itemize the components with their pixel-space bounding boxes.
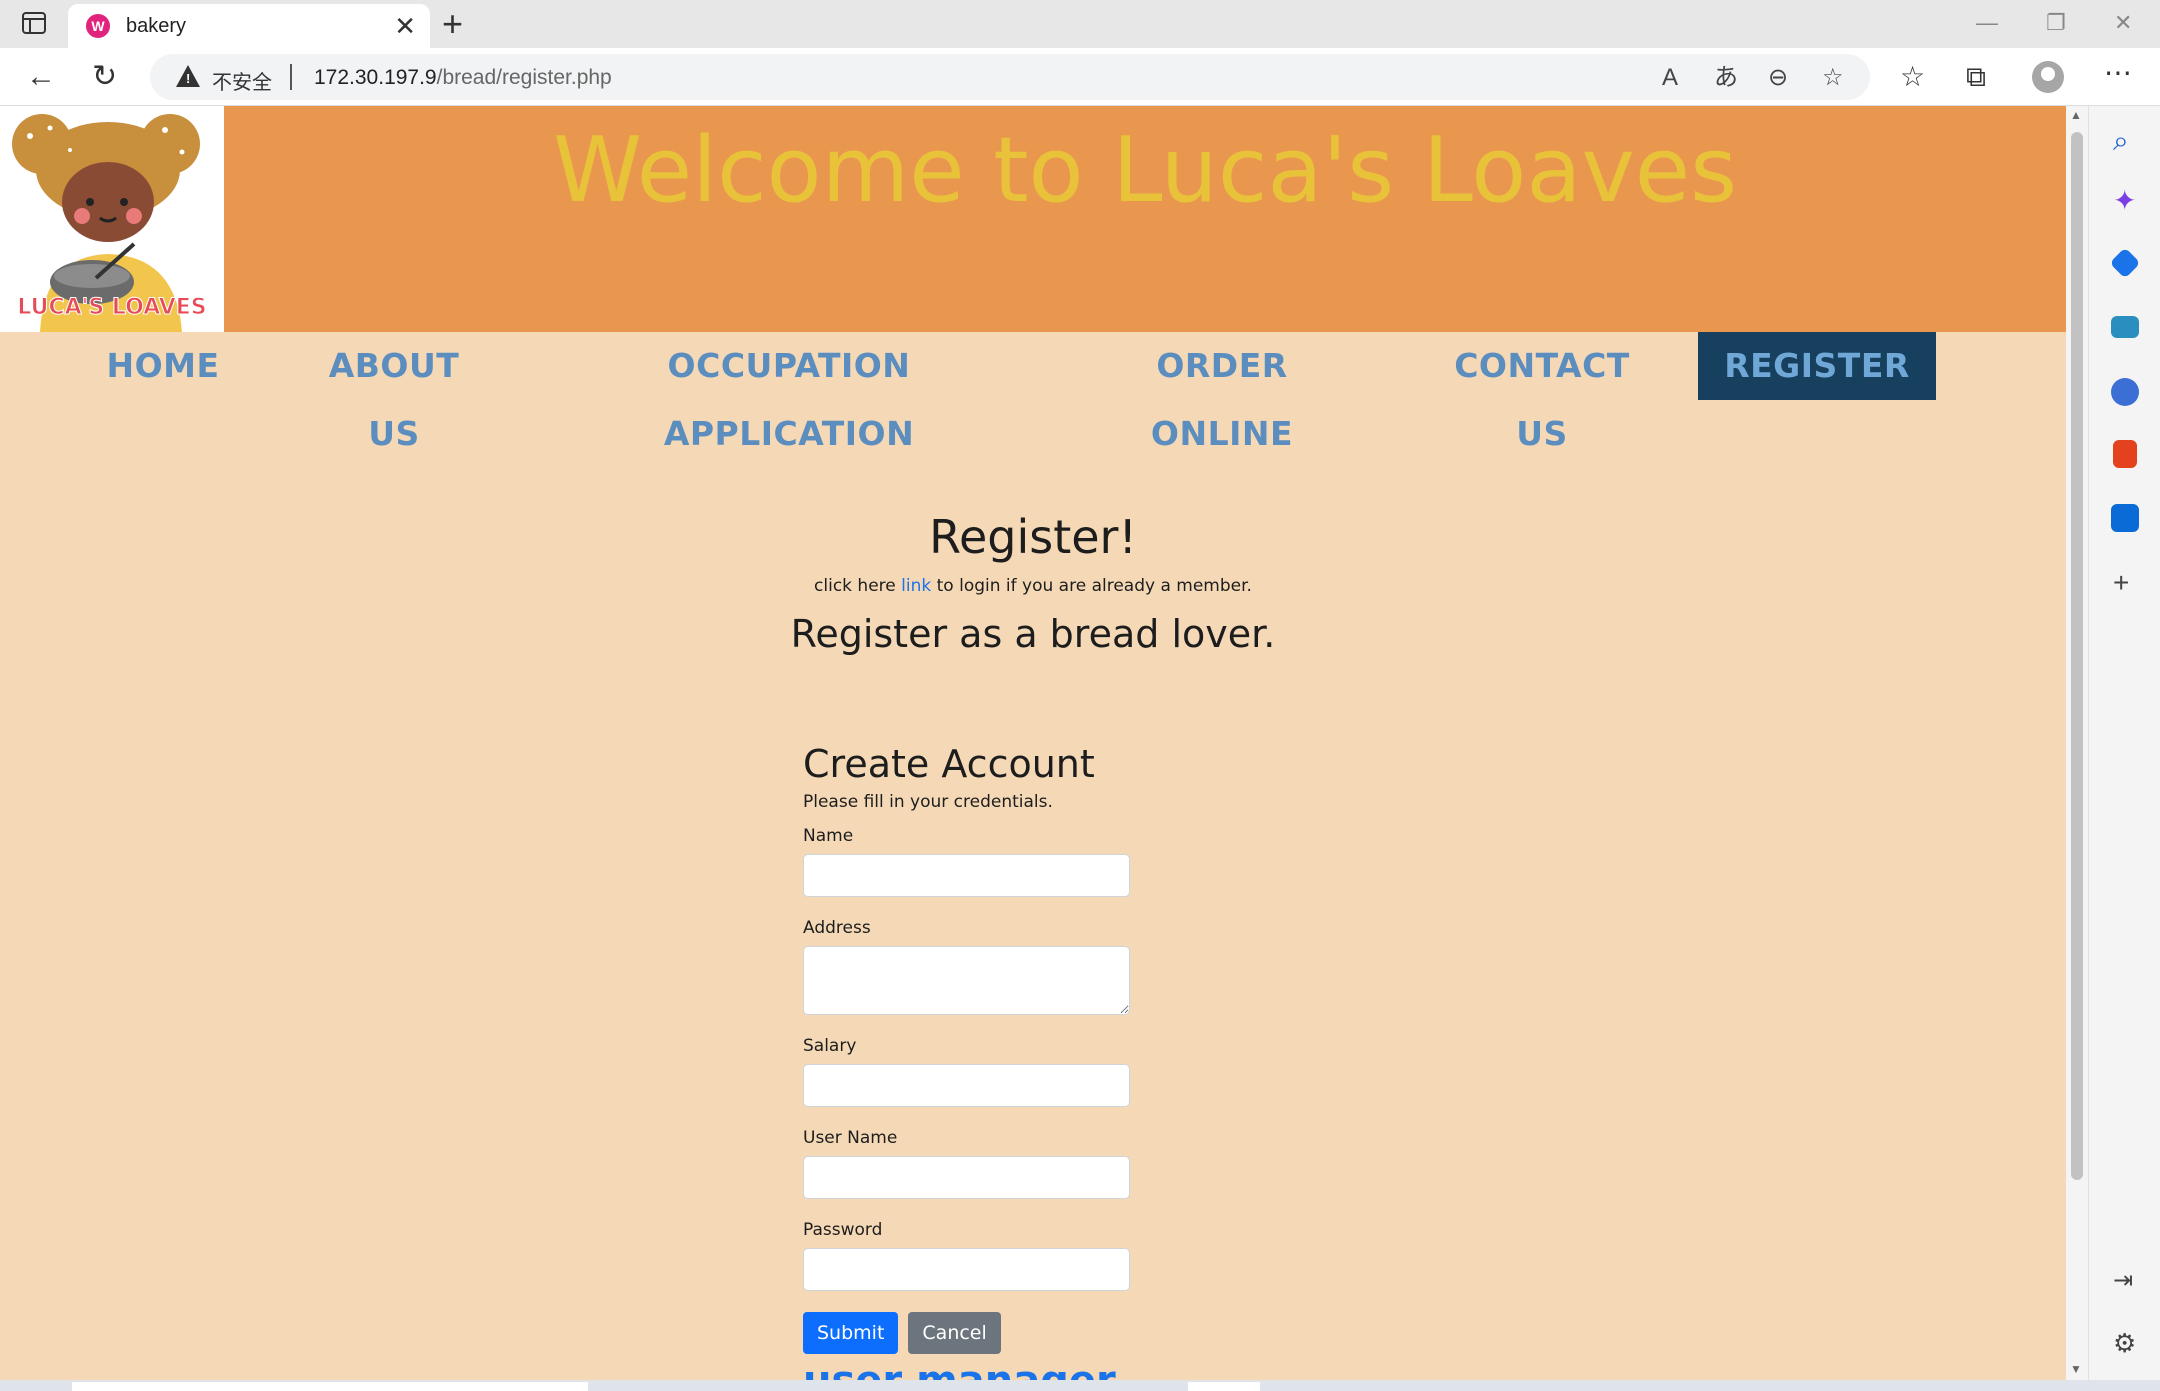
- taskbar-item: [72, 1382, 588, 1391]
- salary-label: Salary: [803, 1036, 857, 1056]
- office-icon[interactable]: [2113, 440, 2137, 468]
- hide-sidebar-icon[interactable]: ⇥: [2113, 1266, 2133, 1296]
- form-help-text: Please fill in your credentials.: [803, 792, 1053, 812]
- scroll-thumb[interactable]: [2071, 132, 2083, 1180]
- nav-register[interactable]: REGISTER: [1698, 332, 1936, 400]
- add-sidebar-app-icon[interactable]: +: [2113, 568, 2129, 598]
- insecure-label[interactable]: 不安全: [212, 66, 272, 95]
- url-text[interactable]: 172.30.197.9/bread/register.php: [314, 66, 612, 90]
- minimize-icon[interactable]: —: [1976, 8, 1998, 38]
- login-hint-prefix: click here: [814, 576, 902, 596]
- window-close-icon[interactable]: ✕: [2114, 8, 2132, 38]
- warning-icon[interactable]: [176, 65, 200, 87]
- address-label: Address: [803, 918, 871, 938]
- active-tab[interactable]: W bakery ✕: [68, 4, 430, 48]
- svg-text:LUCA'S LOAVES: LUCA'S LOAVES: [17, 295, 206, 320]
- add-favorite-icon[interactable]: ☆: [1822, 64, 1844, 92]
- password-label: Password: [803, 1220, 883, 1240]
- tools-icon[interactable]: [2111, 316, 2139, 338]
- taskbar-edge: [0, 1380, 2160, 1391]
- outlook-icon[interactable]: [2111, 504, 2139, 532]
- translate-icon[interactable]: あ: [1714, 64, 1738, 92]
- tab-bar: W bakery ✕ + — ❐ ✕: [0, 0, 2160, 48]
- page-scrollbar[interactable]: ▲ ▼: [2066, 106, 2088, 1380]
- nav-contact-us[interactable]: CONTACT US: [1428, 332, 1656, 453]
- logo[interactable]: LUCA'S LOAVES: [0, 106, 224, 332]
- form-title: Create Account: [803, 742, 1095, 786]
- nav-order-online[interactable]: ORDER ONLINE: [1088, 332, 1356, 453]
- taskbar-item: [1188, 1382, 1260, 1391]
- back-icon[interactable]: ←: [26, 60, 56, 94]
- url-host: 172.30.197.9: [314, 66, 437, 89]
- read-aloud-icon[interactable]: A: [1662, 64, 1678, 92]
- tab-actions-icon[interactable]: [22, 12, 46, 34]
- url-path: /bread/register.php: [436, 66, 612, 89]
- search-icon[interactable]: ⌕: [2113, 126, 2129, 156]
- header-banner: LUCA'S LOAVES Welcome to Luca's Loaves: [0, 106, 2066, 332]
- url-separator: [290, 64, 292, 90]
- cancel-button[interactable]: Cancel: [908, 1312, 1001, 1354]
- profile-avatar[interactable]: [2032, 61, 2064, 93]
- name-label: Name: [803, 826, 854, 846]
- user-manager-link[interactable]: user manager: [803, 1358, 1116, 1380]
- nav-about-us[interactable]: ABOUT US: [298, 332, 490, 453]
- form-buttons: Submit Cancel: [803, 1312, 1143, 1355]
- more-icon[interactable]: ⋯: [2104, 58, 2132, 88]
- restore-icon[interactable]: ❐: [2046, 8, 2066, 38]
- games-icon[interactable]: [2111, 378, 2139, 406]
- password-field[interactable]: [803, 1248, 1130, 1291]
- baker-girl-logo-icon: LUCA'S LOAVES: [12, 114, 207, 332]
- login-hint: click here link to login if you are alre…: [0, 576, 2066, 596]
- welcome-title: Welcome to Luca's Loaves: [552, 118, 1738, 223]
- settings-gear-icon[interactable]: ⚙: [2113, 1328, 2136, 1358]
- zoom-out-icon[interactable]: ⊖: [1768, 64, 1788, 92]
- register-title: Register!: [929, 510, 1137, 564]
- page-viewport: LUCA'S LOAVES Welcome to Luca's Loaves H…: [0, 106, 2066, 1380]
- scroll-down-icon[interactable]: ▼: [2070, 1362, 2082, 1376]
- tab-favicon-icon: W: [86, 14, 110, 38]
- url-field[interactable]: 不安全 172.30.197.9/bread/register.php A あ …: [150, 54, 1870, 100]
- copilot-icon[interactable]: ✦: [2113, 186, 2136, 216]
- salary-field[interactable]: [803, 1064, 1130, 1107]
- favorites-icon[interactable]: ☆: [1900, 62, 1925, 92]
- tab-close-icon[interactable]: ✕: [394, 11, 416, 41]
- collections-icon[interactable]: ⧉: [1966, 62, 1986, 92]
- login-link[interactable]: link: [901, 576, 931, 596]
- address-field[interactable]: [803, 946, 1130, 1015]
- edge-sidebar: ⌕ ✦ + ⇥ ⚙: [2088, 106, 2160, 1391]
- create-account-form: Create Account Please fill in your crede…: [803, 742, 1143, 1355]
- tab-title: bakery: [126, 15, 187, 37]
- username-field[interactable]: [803, 1156, 1130, 1199]
- name-field[interactable]: [803, 854, 1130, 897]
- username-label: User Name: [803, 1128, 898, 1148]
- nav-home[interactable]: HOME: [90, 332, 236, 400]
- main-nav: HOME ABOUT US OCCUPATION APPLICATION ORD…: [0, 332, 2066, 453]
- login-hint-suffix: to login if you are already a member.: [931, 576, 1252, 596]
- submit-button[interactable]: Submit: [803, 1312, 899, 1354]
- refresh-icon[interactable]: ↻: [92, 60, 117, 94]
- nav-occupation-application[interactable]: OCCUPATION APPLICATION: [562, 332, 1016, 453]
- address-bar: ← ↻ 不安全 172.30.197.9/bread/register.php …: [0, 48, 2160, 106]
- bread-lover-heading: Register as a bread lover.: [790, 612, 1276, 656]
- new-tab-icon[interactable]: +: [442, 4, 463, 44]
- shopping-tag-icon[interactable]: [2109, 247, 2141, 279]
- scroll-up-icon[interactable]: ▲: [2070, 108, 2082, 122]
